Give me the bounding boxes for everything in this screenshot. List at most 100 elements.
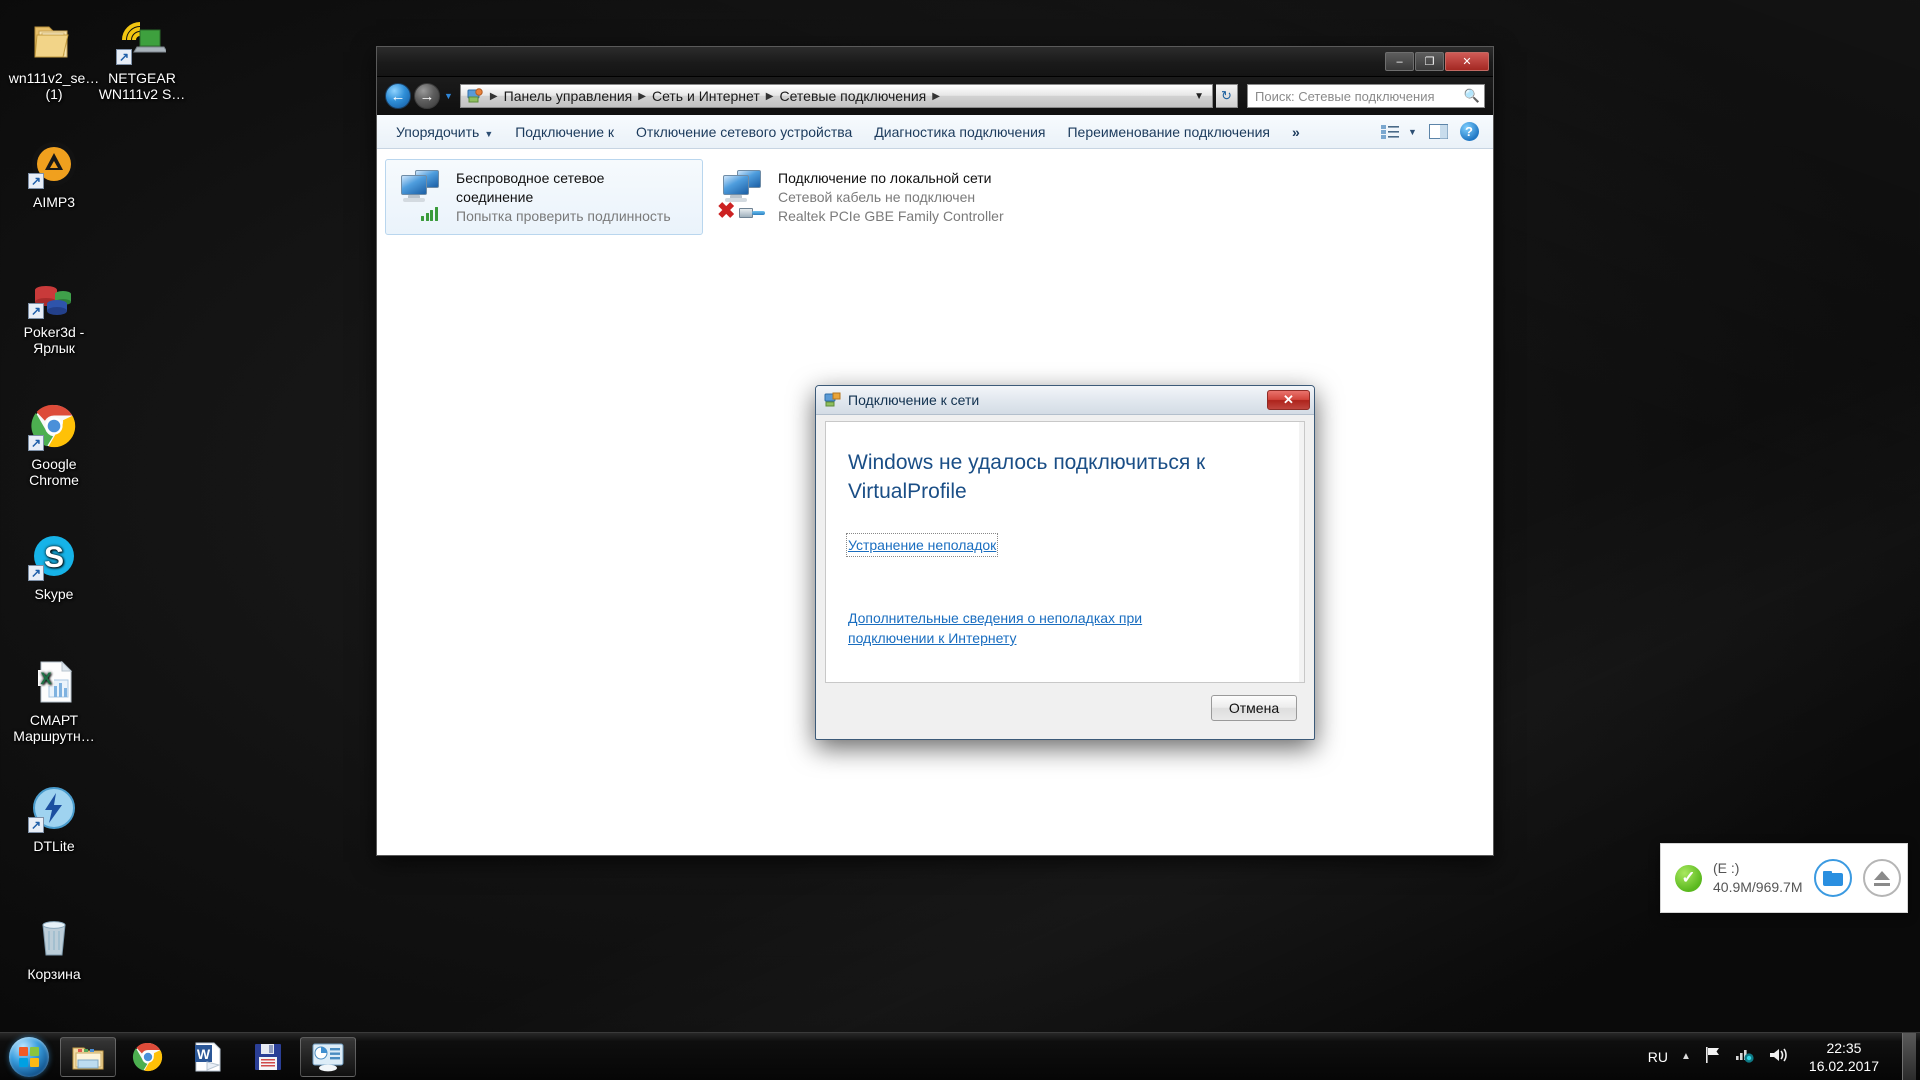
dialog-scrollbar[interactable] (1299, 422, 1304, 682)
connection-name-line2: соединение (456, 189, 534, 205)
chrome-icon (28, 402, 78, 451)
desktop-icon-label: wn111v2_se… (1) (8, 70, 100, 102)
desktop-icon-label: СМАРТ Маршрутн… (13, 712, 95, 744)
desktop-icon-label: Google Chrome (29, 456, 79, 488)
eject-button[interactable] (1862, 859, 1901, 897)
search-icon[interactable]: 🔍 (1464, 88, 1480, 104)
show-desktop-button[interactable] (1902, 1032, 1916, 1080)
breadcrumb-control-panel[interactable]: Панель управления (502, 88, 635, 104)
svg-text:W: W (197, 1046, 211, 1062)
breadcrumb-separator-icon: ▶ (489, 90, 498, 102)
help-icon: ? (1459, 122, 1479, 141)
network-connect-dialog[interactable]: Подключение к сети ✕ Windows не удалось … (815, 385, 1315, 740)
desktop-icon-dtlite[interactable]: DTLite (6, 784, 102, 854)
connection-adapter: Realtek PCIe GBE Family Controller (778, 208, 1004, 224)
breadcrumb-network-connections[interactable]: Сетевые подключения (777, 88, 928, 104)
excel-file-icon: X (30, 658, 78, 706)
close-button[interactable]: ✕ (1445, 52, 1489, 71)
ethernet-plug-icon (739, 204, 765, 220)
command-rename[interactable]: Переименование подключения (1056, 119, 1281, 145)
connection-item-lan[interactable]: ✖ Подключение по локальной сети Сетевой … (707, 159, 1067, 235)
desktop-icon-label: Poker3d - Ярлык (23, 324, 85, 356)
taskbar-item-save-app[interactable] (240, 1037, 296, 1077)
show-hidden-icons-caret-icon[interactable]: ▲ (1681, 1051, 1691, 1062)
open-folder-button[interactable] (1813, 859, 1852, 897)
connection-text-group: Беспроводное сетевое соединение Попытка … (456, 168, 671, 226)
desktop-icon-aimp3[interactable]: AIMP3 (6, 140, 102, 210)
connection-item-wireless[interactable]: Беспроводное сетевое соединение Попытка … (385, 159, 703, 235)
command-overflow-button[interactable]: » (1281, 119, 1311, 145)
svg-text:X: X (40, 669, 52, 688)
shortcut-overlay-icon (28, 435, 44, 451)
connection-status: Сетевой кабель не подключен (778, 189, 976, 205)
desktop-icon-google-chrome[interactable]: Google Chrome (6, 402, 102, 488)
taskbar-item-network-center[interactable] (300, 1036, 356, 1077)
breadcrumb-separator-icon[interactable]: ▶ (928, 91, 944, 102)
tray-language-indicator[interactable]: RU (1648, 1049, 1668, 1065)
daemon-tools-icon (28, 784, 78, 833)
dialog-title-bar[interactable]: Подключение к сети ✕ (816, 386, 1314, 415)
desktop-icon-skype[interactable]: S Skype (6, 532, 102, 602)
network-icon[interactable] (1735, 1046, 1755, 1067)
word-icon: W (195, 1042, 221, 1071)
breadcrumb-separator-icon[interactable]: ▶ (762, 91, 778, 102)
wifi-laptop-icon (116, 16, 168, 65)
lan-adapter-icon: ✖ (717, 168, 769, 223)
volume-icon[interactable] (1768, 1046, 1790, 1067)
command-disable-device[interactable]: Отключение сетевого устройства (625, 119, 863, 145)
shortcut-overlay-icon (28, 173, 44, 189)
system-tray: RU ▲ 22:35 16.02.2017 (1648, 1032, 1920, 1080)
window-title-bar[interactable]: – ❐ ✕ (377, 47, 1493, 77)
command-connect-to[interactable]: Подключение к (504, 119, 625, 145)
back-button[interactable]: ← (385, 83, 411, 109)
taskbar-item-chrome[interactable] (120, 1037, 176, 1077)
maximize-button[interactable]: ❐ (1415, 52, 1444, 71)
network-connect-icon (824, 392, 841, 409)
desktop-icon-folder-wn111v2[interactable]: wn111v2_se… (1) (6, 16, 102, 102)
desktop-icon-recycle-bin[interactable]: Корзина (6, 912, 102, 982)
more-info-link[interactable]: Дополнительные сведения о неполадках при… (848, 608, 1220, 648)
help-button[interactable]: ? (1457, 120, 1481, 144)
taskbar: W RU ▲ 22:35 16.02.2017 (0, 1032, 1920, 1080)
clock-date: 16.02.2017 (1808, 1057, 1879, 1074)
flag-icon[interactable] (1704, 1046, 1722, 1067)
desktop-icon-label: Skype (34, 586, 74, 602)
breadcrumb-separator-icon[interactable]: ▶ (634, 91, 650, 102)
forward-button[interactable]: → (414, 83, 440, 109)
taskbar-item-word[interactable]: W (180, 1037, 236, 1077)
change-view-button[interactable]: ▼ (1379, 120, 1419, 144)
clock-time: 22:35 (1826, 1039, 1862, 1056)
shortcut-overlay-icon (28, 565, 44, 581)
desktop-icon-label: Корзина (27, 966, 81, 982)
desktop-icon-netgear-wn111v2[interactable]: NETGEAR WN111v2 S… (94, 16, 190, 102)
minimize-button[interactable]: – (1385, 52, 1414, 71)
taskbar-item-explorer[interactable] (60, 1036, 116, 1077)
refresh-button[interactable]: ↻ (1216, 84, 1238, 108)
taskbar-clock[interactable]: 22:35 16.02.2017 (1803, 1039, 1885, 1075)
drive-info: (E :) 40.9M/969.7M (1713, 859, 1803, 897)
command-bar: Упорядочить ▼ Подключение к Отключение се… (377, 115, 1493, 149)
drive-usage: 40.9M/969.7M (1713, 879, 1803, 895)
search-input[interactable]: Поиск: Сетевые подключения 🔍 (1247, 84, 1485, 108)
command-organize[interactable]: Упорядочить ▼ (385, 119, 504, 145)
command-diagnose[interactable]: Диагностика подключения (863, 119, 1056, 145)
disconnected-error-icon: ✖ (717, 198, 736, 223)
poker-chips-icon (28, 270, 78, 319)
address-dropdown-icon[interactable]: ▼ (1188, 91, 1210, 102)
address-bar[interactable]: ▶ Панель управления ▶ Сеть и Интернет ▶ … (459, 84, 1213, 108)
breadcrumb-network-internet[interactable]: Сеть и Интернет (650, 88, 762, 104)
folder-icon (30, 16, 78, 64)
command-bar-right-group: ▼ ? (1379, 120, 1485, 144)
start-button[interactable] (2, 1036, 56, 1078)
recent-pages-caret-icon[interactable]: ▼ (444, 91, 453, 101)
desktop-icon-smart-marshrut[interactable]: X СМАРТ Маршрутн… (6, 658, 102, 744)
aimp-icon (28, 140, 78, 189)
preview-pane-button[interactable] (1425, 120, 1451, 144)
troubleshoot-link[interactable]: Устранение неполадок (845, 533, 999, 557)
desktop-icon-poker3d[interactable]: Poker3d - Ярлык (6, 270, 102, 356)
network-monitor-icon (312, 1043, 344, 1071)
cancel-button[interactable]: Отмена (1211, 695, 1297, 721)
windows-logo-icon (9, 1036, 49, 1077)
usb-drive-popup[interactable]: ✓ (E :) 40.9M/969.7M (1660, 843, 1908, 913)
dialog-close-button[interactable]: ✕ (1267, 390, 1310, 410)
